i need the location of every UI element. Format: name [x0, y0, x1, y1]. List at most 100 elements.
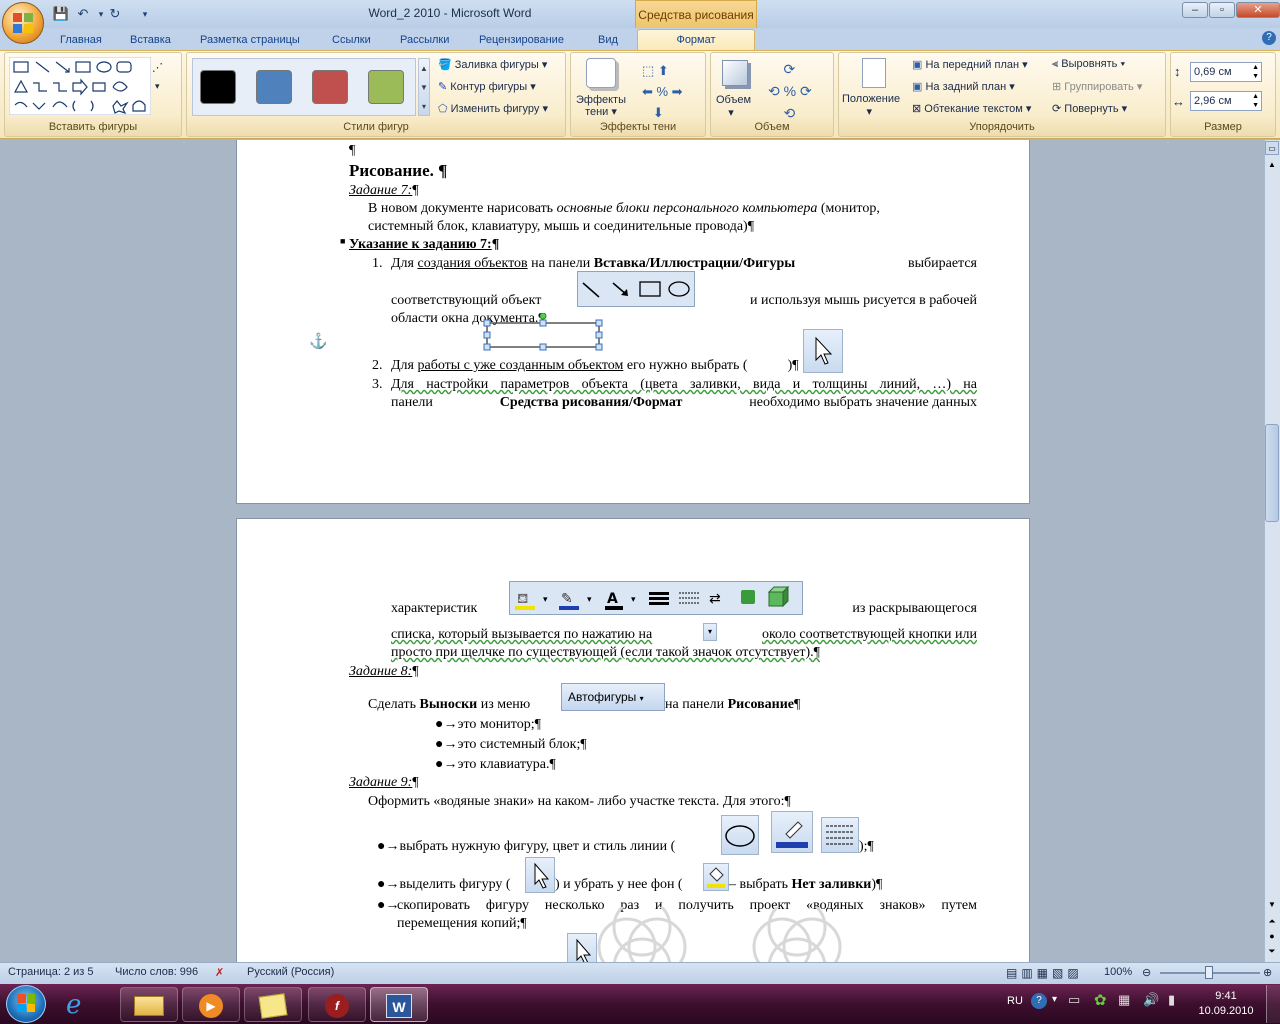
- tab-insert[interactable]: Вставка: [130, 31, 171, 49]
- language-indicator[interactable]: Русский (Россия): [247, 966, 334, 978]
- 3d-effects-icon[interactable]: [722, 60, 748, 86]
- group-button[interactable]: ⊞ Группировать ▾: [1052, 80, 1142, 93]
- bring-front-label: На передний план: [925, 59, 1020, 71]
- vertical-scrollbar[interactable]: [1264, 140, 1280, 962]
- clock[interactable]: 9:41 10.09.2010: [1196, 989, 1256, 1019]
- align-button[interactable]: ⫷ Выровнять ▾: [1052, 58, 1125, 71]
- language-help-icon[interactable]: ?: [1031, 993, 1047, 1009]
- t8-e: Рисование: [727, 697, 794, 712]
- document-area[interactable]: ¶ Рисование. ¶ Задание 7:¶ В новом докум…: [0, 140, 1264, 962]
- rotate-button[interactable]: ⟳ Повернуть ▾: [1052, 102, 1127, 115]
- tab-references[interactable]: Ссылки: [332, 31, 371, 49]
- flash-taskbar-button[interactable]: f: [308, 987, 366, 1022]
- input-language[interactable]: RU: [1007, 995, 1023, 1007]
- scroll-thumb[interactable]: [1265, 424, 1279, 522]
- group-label-insert-shapes: Вставить фигуры: [48, 121, 138, 133]
- browse-object-icon[interactable]: ●: [1265, 929, 1279, 943]
- maximize-button[interactable]: ▫: [1209, 2, 1235, 18]
- zoom-in-icon[interactable]: ⊕: [1263, 966, 1272, 979]
- step2-text-a: выделить фигуру (: [399, 877, 511, 892]
- tab-home[interactable]: Главная: [60, 31, 102, 49]
- battery-icon[interactable]: ▮: [1168, 992, 1175, 1008]
- style-gallery-scroll[interactable]: ▲ ▼ ▾: [418, 58, 430, 116]
- height-field[interactable]: 0,69 см ▲ ▼: [1190, 62, 1262, 82]
- style-swatch-black[interactable]: [200, 70, 236, 104]
- list-num-2: 2.: [372, 358, 383, 373]
- anchor-icon: ⚓: [309, 334, 328, 350]
- 3d-effects-button[interactable]: Объем ▾: [716, 94, 751, 119]
- page-count[interactable]: Страница: 2 из 5: [8, 966, 94, 978]
- style-swatch-red[interactable]: [312, 70, 348, 104]
- tab-view[interactable]: Вид: [598, 31, 618, 49]
- tab-format[interactable]: Формат: [637, 29, 755, 51]
- zoom-level[interactable]: 100%: [1104, 966, 1132, 978]
- shapes-gallery[interactable]: [9, 57, 151, 115]
- tray-window-icon[interactable]: ▭: [1068, 992, 1080, 1008]
- word-count[interactable]: Число слов: 996: [115, 966, 198, 978]
- continued-line3: просто при щелчке по существующей (если …: [391, 645, 820, 660]
- width-spin-icon[interactable]: ▲ ▼: [1252, 92, 1259, 110]
- scroll-up-icon[interactable]: ▲: [1265, 158, 1279, 172]
- change-shape-button[interactable]: ⬠ Изменить фигуру ▾: [438, 102, 548, 115]
- send-to-back-button[interactable]: ▣ На задний план ▾: [912, 80, 1015, 93]
- shapes-more-icon[interactable]: ▾: [155, 81, 160, 92]
- media-player-taskbar-button[interactable]: ▶: [182, 987, 240, 1022]
- next-page-icon[interactable]: ⏷: [1265, 944, 1279, 958]
- li3-b2: Средства рисования/Формат: [499, 395, 683, 410]
- group-label-shadow: Эффекты тени: [599, 121, 677, 133]
- edit-points-icon[interactable]: ⋰: [152, 61, 163, 74]
- style-swatch-blue[interactable]: [256, 70, 292, 104]
- svg-text:⇄: ⇄: [709, 591, 721, 607]
- show-desktop-button[interactable]: [1266, 985, 1280, 1023]
- width-field[interactable]: 2,96 см ▲ ▼: [1190, 91, 1262, 111]
- network-icon[interactable]: ▦: [1118, 992, 1130, 1008]
- zoom-out-icon[interactable]: ⊖: [1142, 966, 1151, 979]
- height-spin-icon[interactable]: ▲ ▼: [1252, 63, 1259, 81]
- media-player-icon: ▶: [199, 994, 223, 1018]
- selected-textbox-shape[interactable]: [483, 313, 603, 353]
- bullet-dot-icon: ●→: [435, 757, 458, 772]
- minimize-button[interactable]: –: [1182, 2, 1208, 18]
- style-swatch-green[interactable]: [368, 70, 404, 104]
- page-2[interactable]: ⛾ ▾ ✎ ▾ A ▾ ⇄ характеристик из раскрываю…: [236, 518, 1030, 962]
- task7-text-c: (монитор,: [817, 201, 880, 216]
- text-wrap-button[interactable]: ⊠ Обтекание текстом ▾: [912, 102, 1031, 115]
- volume-icon[interactable]: 🔊: [1143, 992, 1159, 1008]
- tab-review[interactable]: Рецензирование: [479, 31, 564, 49]
- word-icon: W: [386, 994, 412, 1018]
- word-taskbar-button[interactable]: W: [370, 987, 428, 1022]
- shadow-effects-icon[interactable]: [586, 58, 616, 88]
- bullet-keyboard-text: это клавиатура.¶: [457, 757, 556, 772]
- line-color-icon: [776, 821, 808, 848]
- bring-to-front-button[interactable]: ▣ На передний план ▾: [912, 58, 1028, 71]
- shadow-nudge-icons[interactable]: ⬚ ⬆ ⬅ % ➡ ⬇: [642, 60, 683, 123]
- page-1[interactable]: ¶ Рисование. ¶ Задание 7:¶ В новом докум…: [236, 140, 1030, 504]
- internet-explorer-icon[interactable]: e: [66, 990, 81, 1020]
- shape-fill-button[interactable]: 🪣 Заливка фигуры ▾: [438, 58, 547, 71]
- tray-app-icon[interactable]: ✿: [1094, 991, 1107, 1009]
- select-arrow-image-2: [525, 857, 555, 893]
- prev-page-icon[interactable]: ⏶: [1265, 914, 1279, 928]
- notes-taskbar-button[interactable]: [244, 987, 302, 1022]
- continued-line1b: из раскрывающегося: [852, 601, 977, 616]
- shadow-effects-button[interactable]: Эффекты тени ▾: [575, 94, 627, 118]
- 3d-tilt-icons[interactable]: ⟳ ⟲ % ⟳ ⟲: [768, 58, 812, 124]
- view-buttons[interactable]: ▤▥▦▧▨: [1006, 966, 1083, 980]
- position-button[interactable]: Положение ▾: [842, 93, 900, 118]
- position-icon[interactable]: [862, 58, 886, 88]
- shape-outline-button[interactable]: ✎ Контур фигуры ▾: [438, 80, 536, 93]
- help-icon[interactable]: ?: [1262, 31, 1276, 45]
- autoshapes-dropdown-icon: ▾: [639, 694, 644, 703]
- explorer-taskbar-button[interactable]: [120, 987, 178, 1022]
- tab-page-layout[interactable]: Разметка страницы: [200, 31, 300, 49]
- close-button[interactable]: ✕: [1236, 2, 1280, 18]
- rotate-label: Повернуть: [1064, 103, 1119, 115]
- select-arrow-image: [803, 329, 843, 373]
- tray-expand-icon[interactable]: ▾: [1052, 994, 1057, 1005]
- zoom-slider-thumb[interactable]: [1205, 966, 1213, 979]
- tab-mailings[interactable]: Рассылки: [400, 31, 449, 49]
- scroll-down-icon[interactable]: ▼: [1265, 898, 1279, 912]
- ruler-toggle-icon[interactable]: ▭: [1265, 141, 1279, 155]
- proofing-icon[interactable]: ✗: [215, 966, 224, 979]
- office-button[interactable]: [2, 2, 44, 44]
